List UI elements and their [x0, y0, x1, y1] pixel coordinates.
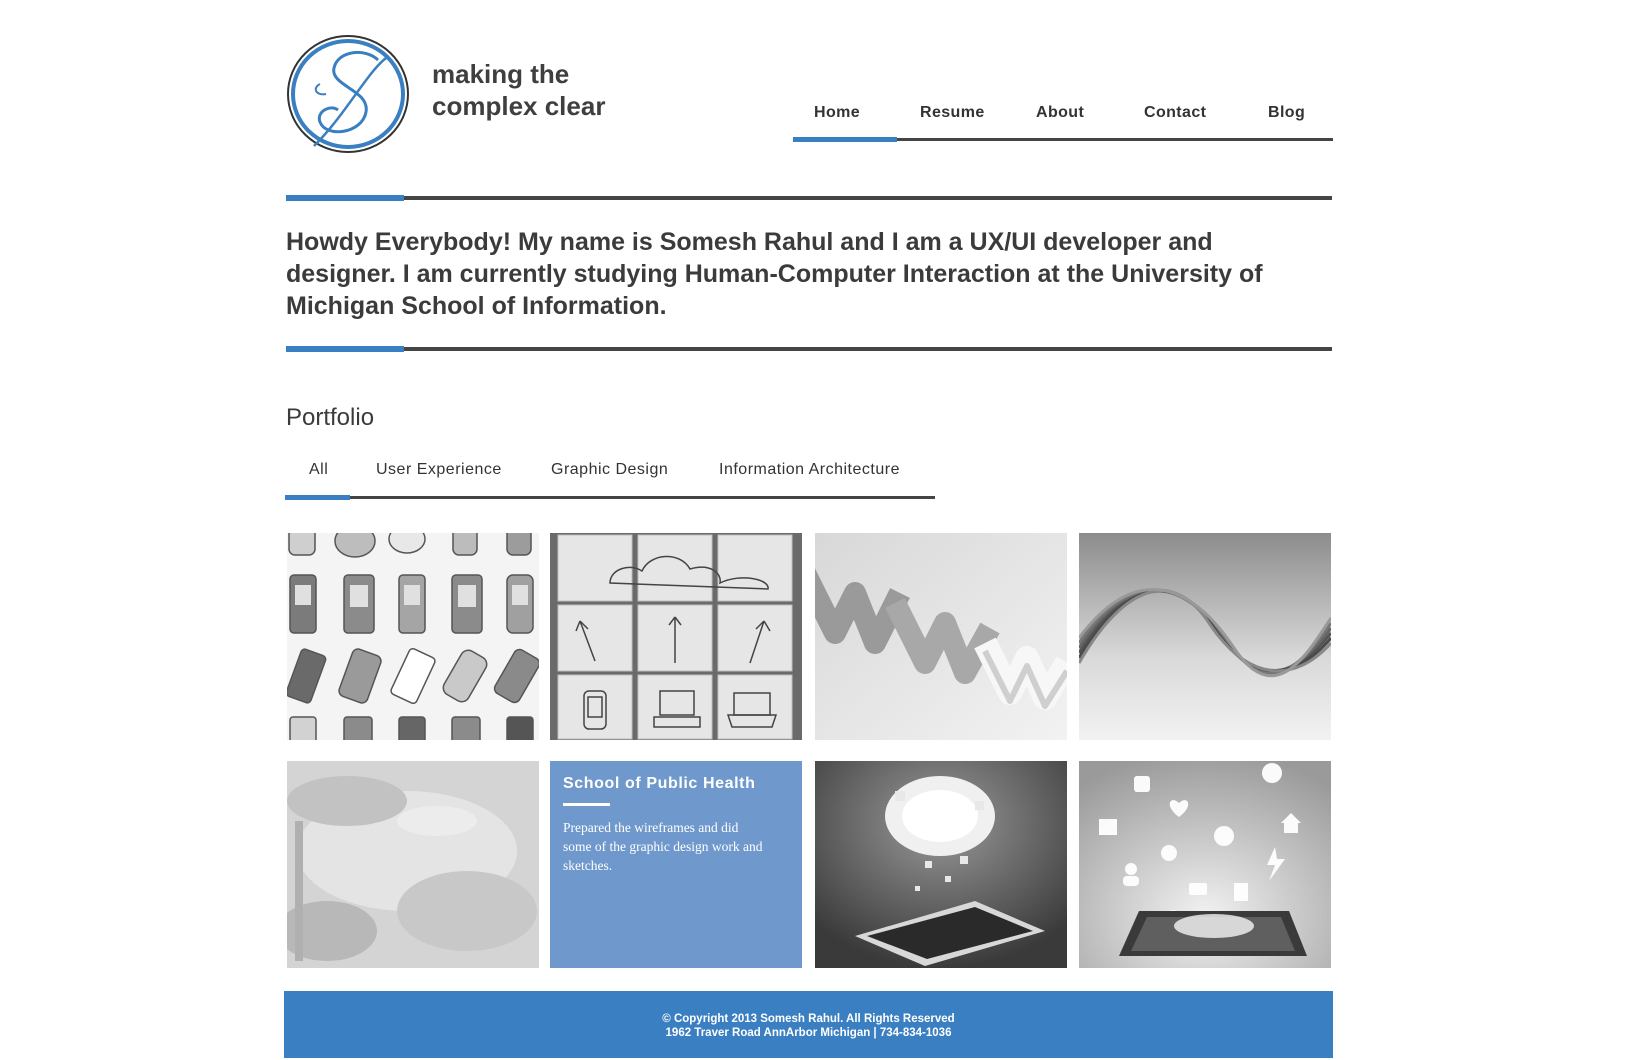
- nav-contact[interactable]: Contact: [1144, 104, 1206, 122]
- tablet-icons-image: [1079, 761, 1331, 968]
- nav-blog[interactable]: Blog: [1268, 104, 1305, 122]
- portfolio-title: Portfolio: [286, 404, 375, 431]
- logo[interactable]: [286, 34, 411, 156]
- portfolio-tile-sketch-notes[interactable]: [550, 533, 802, 740]
- script-s-logo-icon: [287, 35, 409, 153]
- tablet-cubes-image: [815, 761, 1067, 968]
- filter-underline: [285, 496, 935, 499]
- footer: © Copyright 2013 Somesh Rahul. All Right…: [284, 991, 1333, 1058]
- portfolio-tile-tablet-cubes[interactable]: [815, 761, 1067, 968]
- filter-information-architecture[interactable]: Information Architecture: [719, 461, 900, 479]
- tile-description: Prepared the wireframes and did some of …: [563, 820, 763, 873]
- footer-address: 1962 Traver Road AnnArbor Michigan | 734…: [665, 1027, 952, 1039]
- intro-top-divider: [286, 195, 1332, 201]
- filter-user-experience[interactable]: User Experience: [376, 461, 502, 479]
- portfolio-tile-abstract-wave[interactable]: [1079, 533, 1331, 740]
- watercolor-image: [287, 761, 539, 968]
- nav-home[interactable]: Home: [814, 104, 860, 122]
- tagline-line-1: making the: [432, 59, 570, 89]
- portfolio-tile-www-letters[interactable]: [815, 533, 1067, 740]
- portfolio-tile-tablet-icons[interactable]: [1079, 761, 1331, 968]
- filter-active-indicator: [285, 495, 350, 500]
- page: making the complex clear Home Resume Abo…: [0, 0, 1645, 1060]
- tile-overlay: School of Public Health Prepared the wir…: [550, 761, 802, 968]
- filter-graphic-design[interactable]: Graphic Design: [551, 461, 668, 479]
- main-nav: Home Resume About Contact Blog: [793, 92, 1333, 144]
- portfolio-filters: All User Experience Graphic Design Infor…: [285, 455, 935, 503]
- abstract-wave-image: [1079, 533, 1331, 740]
- nav-about[interactable]: About: [1036, 104, 1084, 122]
- mobile-phones-image: [287, 533, 539, 740]
- portfolio-tile-watercolor[interactable]: [287, 761, 539, 968]
- filter-all[interactable]: All: [309, 461, 328, 479]
- tile-title-rule: [563, 803, 610, 806]
- portfolio-tile-school-of-public-health[interactable]: School of Public Health Prepared the wir…: [550, 761, 802, 968]
- tagline-line-2: complex clear: [432, 91, 606, 121]
- intro-text: Howdy Everybody! My name is Somesh Rahul…: [286, 228, 1263, 320]
- sketch-notes-image: [550, 533, 802, 740]
- nav-resume[interactable]: Resume: [920, 104, 985, 122]
- nav-active-indicator: [793, 137, 897, 142]
- footer-copyright: © Copyright 2013 Somesh Rahul. All Right…: [662, 1013, 955, 1025]
- tile-title: School of Public Health: [563, 775, 756, 792]
- intro-bottom-divider: [286, 346, 1332, 352]
- www-letters-image: [815, 533, 1067, 740]
- site-tagline: making the complex clear: [432, 58, 605, 122]
- portfolio-tile-mobile-phones[interactable]: [287, 533, 539, 740]
